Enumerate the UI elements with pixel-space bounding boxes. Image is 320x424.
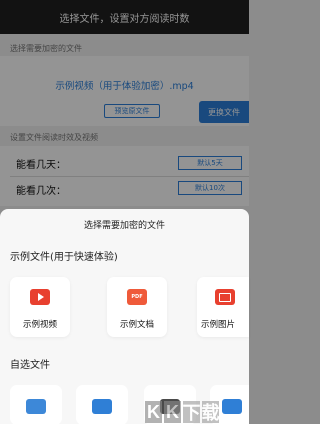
custom-group-title: 自选文件 xyxy=(10,360,50,371)
sample-group-title: 示例文件(用于快速体验) xyxy=(10,252,118,263)
file-picker-sheet: 选择需要加密的文件 示例文件(用于快速体验) 示例视频 PDF 示例文档 示例图… xyxy=(0,209,249,424)
gallery-option[interactable] xyxy=(76,385,128,424)
sample-doc-card[interactable]: PDF 示例文档 xyxy=(107,277,167,337)
watermark-logo: K K 下 载 xyxy=(145,400,249,424)
camera-icon xyxy=(26,399,46,414)
camera-option[interactable] xyxy=(10,385,62,424)
sample-video-label: 示例视频 xyxy=(22,320,57,330)
video-icon xyxy=(30,289,50,305)
image-icon xyxy=(215,289,235,305)
gallery-icon xyxy=(92,399,112,414)
pdf-icon: PDF xyxy=(127,289,147,305)
watermark-glyph: 下 xyxy=(182,401,201,423)
sample-image-label: 示例图片 xyxy=(201,320,236,330)
sheet-title: 选择需要加密的文件 xyxy=(83,221,165,231)
watermark-glyph: K xyxy=(145,401,162,423)
sample-video-card[interactable]: 示例视频 xyxy=(10,277,70,337)
watermark-glyph: K xyxy=(164,401,181,423)
sample-doc-label: 示例文档 xyxy=(119,320,154,330)
watermark-glyph: 载 xyxy=(201,401,220,423)
sample-image-card[interactable]: 示例图片 xyxy=(197,277,249,337)
